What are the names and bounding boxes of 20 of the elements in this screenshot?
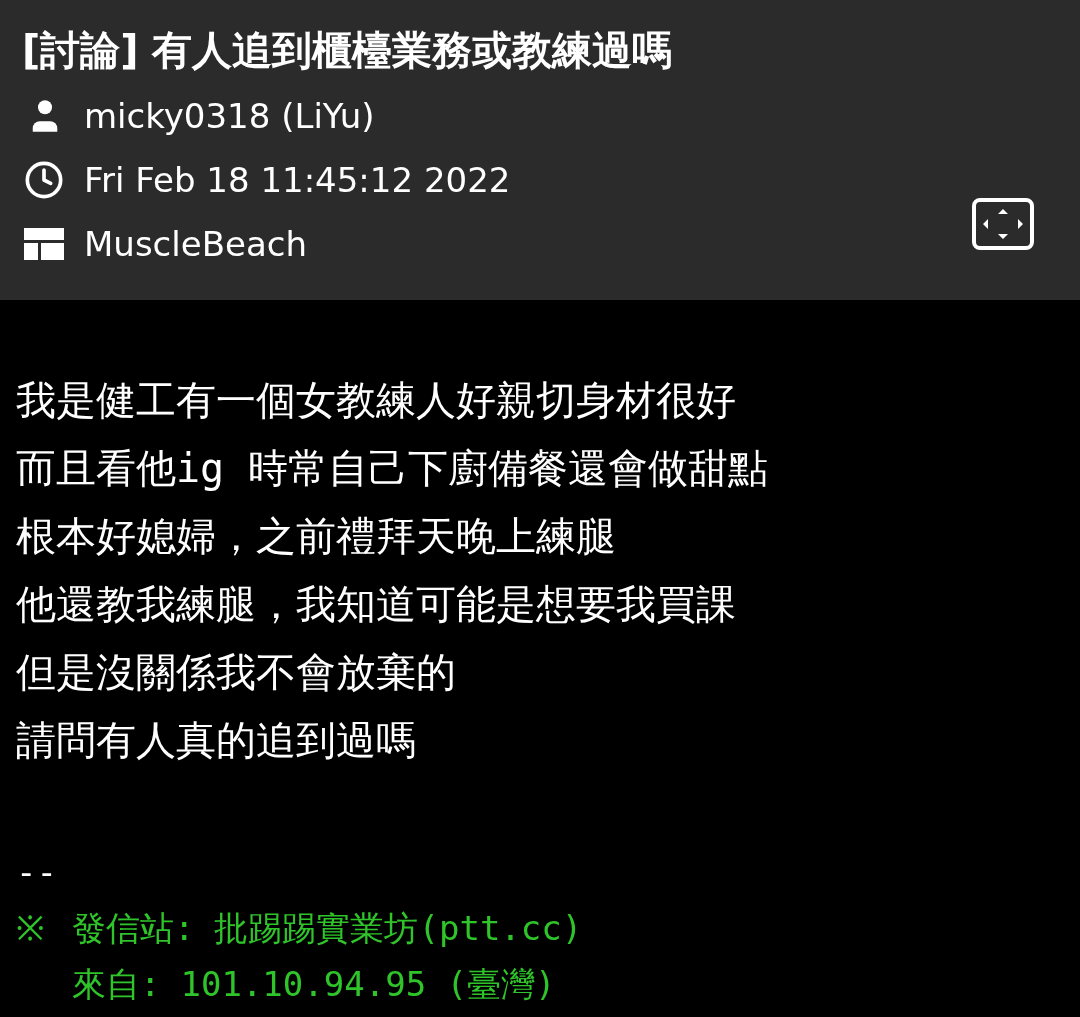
footer-value: 101.10.94.95 (臺灣) (180, 963, 556, 1006)
board-icon (24, 228, 64, 260)
body-text-line: 請問有人真的追到過嗎 (16, 716, 417, 765)
body-text-line: 而且看他ig 時常自己下廚備餐還會做甜點 (16, 444, 770, 493)
reference-mark: ※ (16, 908, 44, 948)
clock-icon (24, 160, 64, 200)
footer-label: 來自: (72, 963, 161, 1006)
fullscreen-icon (972, 198, 1034, 250)
fullscreen-button[interactable] (972, 198, 1034, 250)
footer-label: 發信站: (72, 907, 195, 950)
body-text-line: 他還教我練腿，我知道可能是想要我買課 (16, 580, 737, 629)
signature-separator: -- (16, 851, 57, 894)
body-text-line: 我是健工有一個女教練人好親切身材很好 (16, 376, 737, 425)
body-text-line: 根本好媳婦，之前禮拜天晚上練腿 (16, 512, 617, 561)
meta-text: Fri Feb 18 11:45:12 2022 (84, 158, 511, 202)
meta-text: MuscleBeach (84, 222, 307, 266)
footer-value: 批踢踢實業坊(ptt.cc) (214, 907, 583, 950)
post-title: [討論] 有人追到櫃檯業務或教練過嗎 (22, 26, 674, 75)
body-text-line: 但是沒關係我不會放棄的 (16, 648, 457, 697)
meta-text: micky0318 (LiYu) (84, 94, 375, 138)
